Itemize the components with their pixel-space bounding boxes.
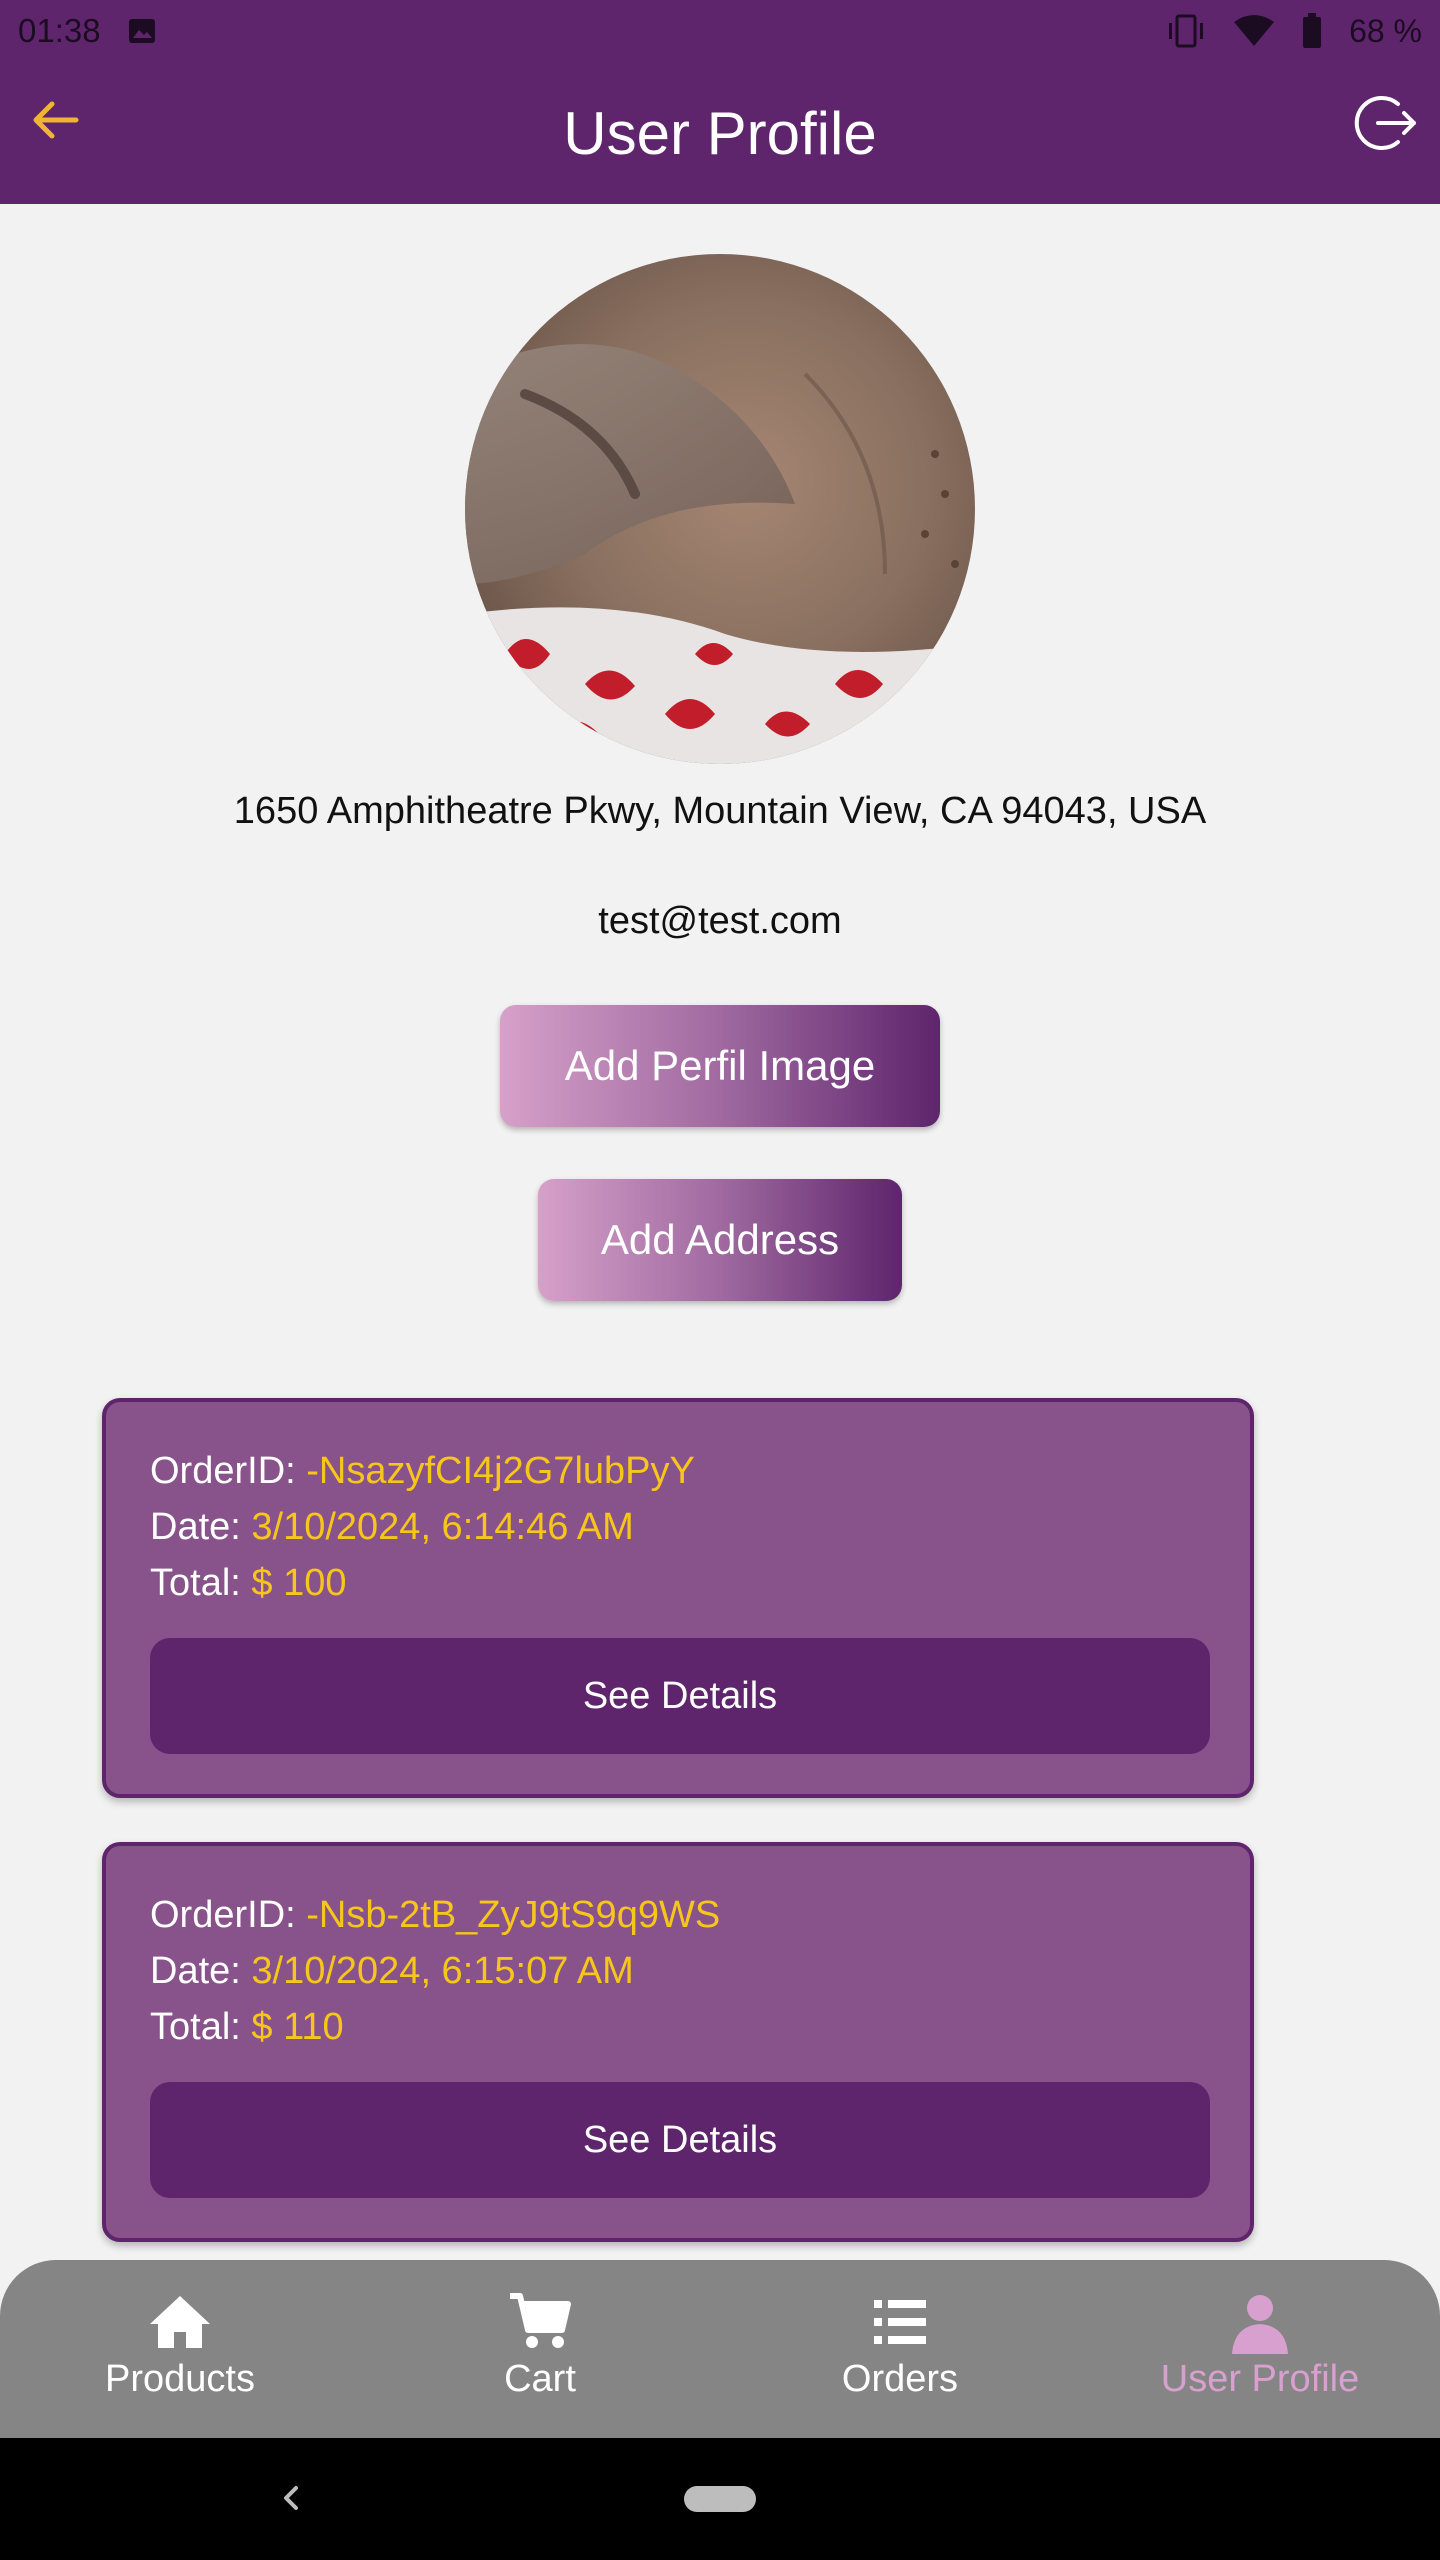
system-home-pill[interactable] (684, 2486, 756, 2512)
bottom-navigation: Products Cart Orders User Profile (0, 2260, 1440, 2438)
order-id-label: OrderID: (150, 1450, 307, 1492)
gallery-notification-icon (128, 19, 155, 43)
order-date-label: Date: (150, 1506, 252, 1548)
order-id-line: OrderID: -Nsb-2tB_ZyJ9tS9q9WS (150, 1894, 720, 1937)
order-total-label: Total: (150, 2006, 252, 2048)
see-details-button[interactable]: See Details (150, 2082, 1210, 2198)
order-total-line: Total: $ 110 (150, 2006, 344, 2049)
order-id-value: -Nsb-2tB_ZyJ9tS9q9WS (306, 1894, 721, 1936)
order-card: OrderID: -NsazyfCI4j2G7lubPyY Date: 3/10… (102, 1398, 1254, 1798)
vibrate-icon (1169, 14, 1204, 48)
battery-percent: 68 % (1349, 12, 1422, 49)
user-email: test@test.com (598, 900, 842, 942)
logout-icon[interactable] (1352, 90, 1418, 156)
wifi-icon (1234, 15, 1275, 46)
nav-label-cart: Cart (504, 2358, 576, 2400)
nav-item-products[interactable]: Products (0, 2260, 360, 2438)
page-title: User Profile (563, 99, 877, 167)
order-total-value: $ 100 (251, 1562, 347, 1604)
order-total-value: $ 110 (251, 2006, 344, 2048)
cart-icon (510, 2293, 571, 2348)
order-card: OrderID: -Nsb-2tB_ZyJ9tS9q9WS Date: 3/10… (102, 1842, 1254, 2242)
status-left: 01:38 (18, 12, 157, 50)
list-icon (874, 2300, 926, 2344)
order-id-label: OrderID: (150, 1894, 307, 1936)
battery-icon (1303, 13, 1322, 48)
order-date-line: Date: 3/10/2024, 6:14:46 AM (150, 1506, 634, 1549)
order-date-value: 3/10/2024, 6:15:07 AM (251, 1950, 634, 1992)
order-id-value: -NsazyfCI4j2G7lubPyY (306, 1450, 695, 1492)
back-arrow-icon[interactable] (26, 90, 86, 150)
nav-item-user-profile[interactable]: User Profile (1080, 2260, 1440, 2438)
status-bar: 01:38 68 % (0, 0, 1440, 62)
order-total-line: Total: $ 100 (150, 1562, 346, 1605)
nav-label-products: Products (105, 2358, 255, 2400)
system-back-icon[interactable] (276, 2476, 306, 2520)
add-address-button[interactable]: Add Address (538, 1179, 902, 1301)
home-icon (150, 2296, 210, 2348)
nav-label-user-profile: User Profile (1160, 2358, 1360, 2400)
person-icon (1232, 2295, 1288, 2354)
order-total-label: Total: (150, 1562, 252, 1604)
nav-label-orders: Orders (841, 2358, 959, 2400)
see-details-button[interactable]: See Details (150, 1638, 1210, 1754)
order-date-label: Date: (150, 1950, 252, 1992)
system-navigation-bar (0, 2438, 1440, 2560)
status-right: 68 % (1165, 13, 1422, 50)
app-bar: User Profile (0, 62, 1440, 204)
status-time: 01:38 (18, 12, 101, 49)
order-date-line: Date: 3/10/2024, 6:15:07 AM (150, 1950, 634, 1993)
user-address: 1650 Amphitheatre Pkwy, Mountain View, C… (233, 790, 1207, 832)
order-date-value: 3/10/2024, 6:14:46 AM (251, 1506, 634, 1548)
nav-item-orders[interactable]: Orders (720, 2260, 1080, 2438)
nav-item-cart[interactable]: Cart (360, 2260, 720, 2438)
profile-avatar (465, 254, 975, 764)
order-id-line: OrderID: -NsazyfCI4j2G7lubPyY (150, 1450, 695, 1493)
add-profile-image-button[interactable]: Add Perfil Image (500, 1005, 940, 1127)
profile-photo (465, 254, 975, 764)
